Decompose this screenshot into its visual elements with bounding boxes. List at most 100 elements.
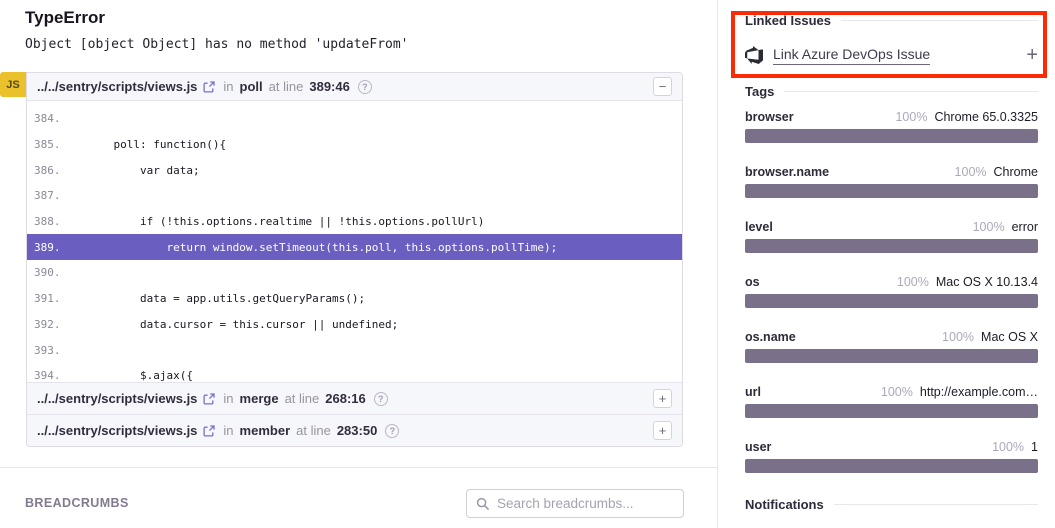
tag-key: browser.name (745, 165, 829, 179)
tag-item: url 100% http://example.com… (745, 385, 1038, 440)
tag-percent: 100% (881, 385, 913, 399)
linked-issues-title: Linked Issues (745, 13, 831, 28)
linked-issues-row: Link Azure DevOps Issue + (745, 42, 1038, 68)
tag-item: os 100% Mac OS X 10.13.4 (745, 275, 1038, 330)
tag-value: Chrome (994, 165, 1038, 179)
code-line: 393. (27, 337, 682, 363)
tag-value: Chrome 65.0.3325 (934, 110, 1038, 124)
code-line: 390. (27, 260, 682, 286)
azure-devops-icon (745, 46, 763, 64)
tag-percent: 100% (942, 330, 974, 344)
open-in-new-icon[interactable] (203, 425, 215, 437)
tag-distribution-bar[interactable] (745, 459, 1038, 473)
code-line: 385. poll: function(){ (27, 132, 682, 158)
frame-in-label: in (223, 79, 233, 94)
line-number: 384. (27, 112, 61, 125)
frame-function-name: poll (240, 79, 263, 94)
tag-item: browser.name 100% Chrome (745, 165, 1038, 220)
line-number: 392. (27, 318, 61, 331)
search-input[interactable] (497, 496, 674, 511)
search-icon (476, 497, 490, 511)
line-source: data.cursor = this.cursor || undefined; (61, 318, 399, 331)
tag-key: user (745, 440, 771, 454)
breadcrumbs-search[interactable] (466, 489, 684, 518)
header-rule (841, 20, 1038, 21)
frame-file-link[interactable]: ../../sentry/scripts/views.js (37, 423, 197, 438)
tag-key: browser (745, 110, 794, 124)
tag-list: browser 100% Chrome 65.0.3325 browser.na… (745, 110, 1038, 495)
linked-issues-section-header: Linked Issues (745, 13, 1038, 28)
stack-frame-header-merge[interactable]: ../../sentry/scripts/views.js in merge a… (27, 382, 682, 414)
tag-item: level 100% error (745, 220, 1038, 275)
tag-distribution-bar[interactable] (745, 239, 1038, 253)
code-line: 394. $.ajax({ (27, 363, 682, 382)
code-line: 388. if (!this.options.realtime || !this… (27, 209, 682, 235)
frame-function-name: merge (240, 391, 279, 406)
line-source: if (!this.options.realtime || !this.opti… (61, 215, 485, 228)
line-number: 386. (27, 164, 61, 177)
tag-row: user 100% 1 (745, 440, 1038, 454)
help-icon[interactable]: ? (385, 424, 399, 438)
code-line: 389. return window.setTimeout(this.poll,… (27, 234, 682, 260)
header-rule (834, 504, 1038, 505)
section-divider (0, 467, 717, 468)
line-source: $.ajax({ (61, 369, 193, 382)
notifications-title: Notifications (745, 497, 824, 512)
collapse-frame-button[interactable]: − (653, 77, 672, 96)
link-azure-devops-issue-link[interactable]: Link Azure DevOps Issue (773, 46, 930, 65)
notifications-section-header: Notifications (745, 497, 1038, 512)
expand-frame-button[interactable]: + (653, 389, 672, 408)
tag-percent: 100% (992, 440, 1024, 454)
frame-file-link[interactable]: ../../sentry/scripts/views.js (37, 391, 197, 406)
code-snippet: 384. 385. poll: function(){ 386. var dat… (27, 101, 682, 382)
line-source: poll: function(){ (61, 138, 227, 151)
language-badge: JS (0, 72, 26, 97)
line-number: 389. (27, 241, 61, 254)
stack-frame-header-member[interactable]: ../../sentry/scripts/views.js in member … (27, 414, 682, 446)
line-number: 387. (27, 189, 61, 202)
frame-atline-label: at line (269, 79, 304, 94)
help-icon[interactable]: ? (358, 80, 372, 94)
tag-row: browser 100% Chrome 65.0.3325 (745, 110, 1038, 124)
tag-value: error (1012, 220, 1038, 234)
tag-key: level (745, 220, 773, 234)
breadcrumbs-heading: BREADCRUMBS (25, 496, 129, 510)
open-in-new-icon[interactable] (203, 393, 215, 405)
frame-in-label: in (223, 423, 233, 438)
tag-value: Mac OS X 10.13.4 (936, 275, 1038, 289)
line-number: 391. (27, 292, 61, 305)
line-number: 388. (27, 215, 61, 228)
code-line: 391. data = app.utils.getQueryParams(); (27, 286, 682, 312)
tag-row: os.name 100% Mac OS X (745, 330, 1038, 344)
expand-frame-button[interactable]: + (653, 421, 672, 440)
header-rule (784, 91, 1038, 92)
tag-key: url (745, 385, 761, 399)
tag-percent: 100% (955, 165, 987, 179)
frame-file-link[interactable]: ../../sentry/scripts/views.js (37, 79, 197, 94)
tag-distribution-bar[interactable] (745, 349, 1038, 363)
line-number: 394. (27, 369, 61, 382)
code-line: 392. data.cursor = this.cursor || undefi… (27, 312, 682, 338)
tag-percent: 100% (973, 220, 1005, 234)
tag-distribution-bar[interactable] (745, 129, 1038, 143)
tag-percent: 100% (895, 110, 927, 124)
tag-row: level 100% error (745, 220, 1038, 234)
tag-key: os (745, 275, 760, 289)
frame-atline-label: at line (285, 391, 320, 406)
frame-line-number: 268:16 (325, 391, 365, 406)
frame-line-number: 389:46 (309, 79, 349, 94)
line-source: data = app.utils.getQueryParams(); (61, 292, 366, 305)
line-source: var data; (61, 164, 200, 177)
line-number: 393. (27, 344, 61, 357)
tag-distribution-bar[interactable] (745, 404, 1038, 418)
tag-distribution-bar[interactable] (745, 184, 1038, 198)
tag-percent: 100% (897, 275, 929, 289)
open-in-new-icon[interactable] (203, 81, 215, 93)
add-linked-issue-button[interactable]: + (1026, 44, 1038, 67)
stack-frame-header-poll[interactable]: ../../sentry/scripts/views.js in poll at… (27, 73, 682, 101)
help-icon[interactable]: ? (374, 392, 388, 406)
tags-section-header: Tags (745, 84, 1038, 99)
code-line: 386. var data; (27, 157, 682, 183)
tag-distribution-bar[interactable] (745, 294, 1038, 308)
line-number: 390. (27, 266, 61, 279)
